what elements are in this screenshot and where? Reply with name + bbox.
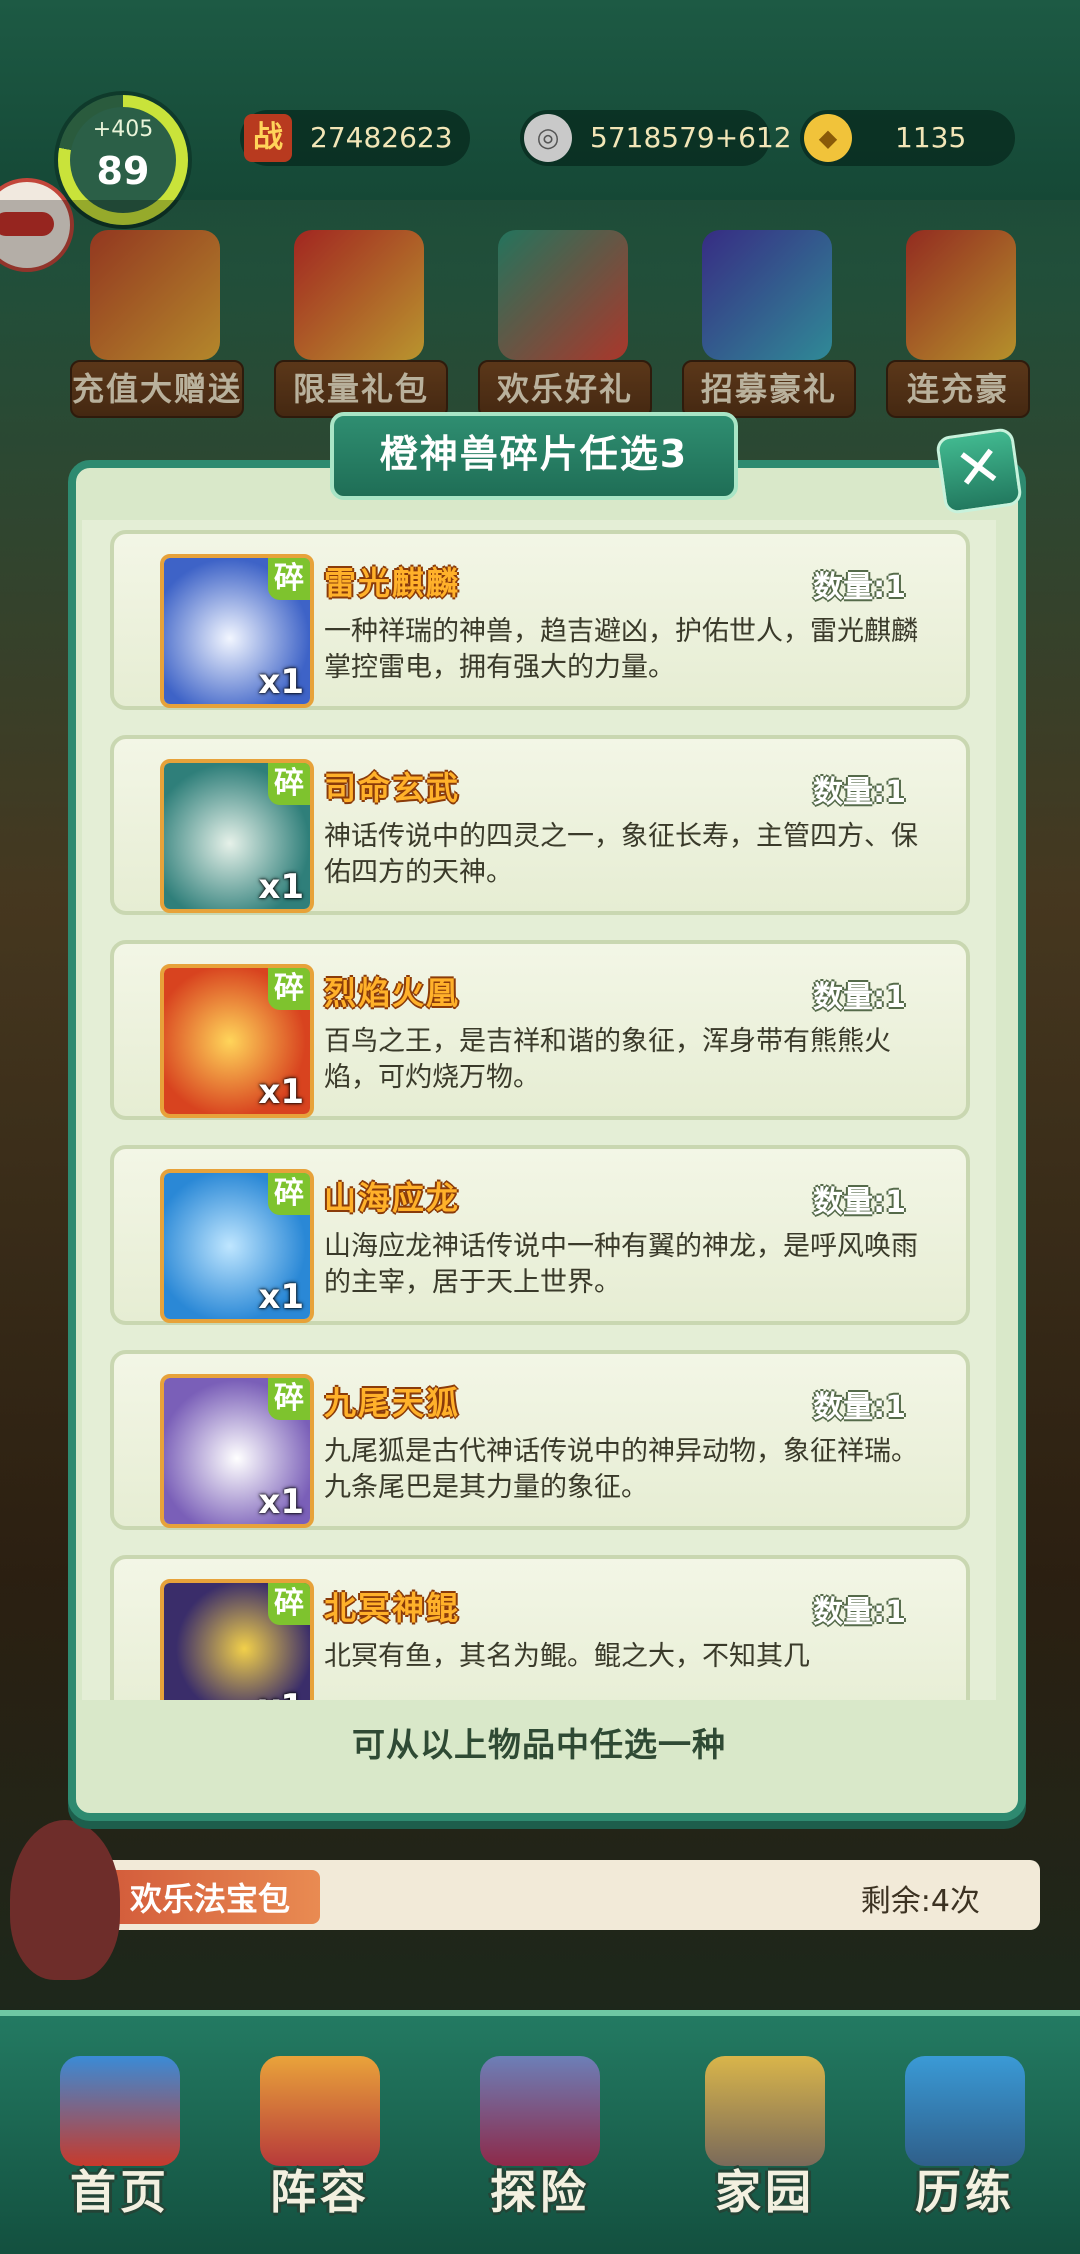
level-number: 89 <box>96 149 150 193</box>
nav-explore[interactable]: 探险 <box>440 2056 640 2236</box>
item-quantity: x1 <box>258 867 304 907</box>
ingot-stat[interactable]: ◆ 1135 <box>800 110 1015 166</box>
fragment-badge: 碎 <box>268 763 310 805</box>
nav-label: 首页 <box>70 2165 170 2219</box>
beast-count: 数量:1 <box>813 1595 906 1630</box>
nav-lineup[interactable]: 阵容 <box>220 2056 420 2236</box>
beast-card[interactable]: 碎 x1 烈焰火凰 数量:1 百鸟之王，是吉祥和谐的象征，浑身带有熊熊火焰，可灼… <box>110 940 970 1120</box>
beast-name: 山海应龙 <box>324 1179 461 1217</box>
item-quantity: x1 <box>258 662 304 702</box>
treasure-pack-remaining: 剩余:4次 <box>860 1884 980 1919</box>
beast-description: 北冥有鱼，其名为鲲。鲲之大，不知其几 <box>324 1641 810 1672</box>
beast-count: 数量:1 <box>813 1390 906 1425</box>
beast-count: 数量:1 <box>813 775 906 810</box>
beast-card[interactable]: 碎 x1 雷光麒麟 数量:1 一种祥瑞的神兽，趋吉避凶，护佑世人，雷光麒麟掌控雷… <box>110 530 970 710</box>
nav-label: 历练 <box>915 2165 1015 2219</box>
item-quantity: x1 <box>258 1687 304 1700</box>
power-stat: 战 27482623 <box>240 110 470 166</box>
treasure-pack-title: 欢乐法宝包 <box>100 1870 321 1924</box>
popup-title: 橙神兽碎片任选3 <box>330 412 738 500</box>
ingot-icon: ◆ <box>804 114 852 162</box>
ingot-value: 1135 <box>895 121 967 154</box>
beast-card[interactable]: 碎 x1 九尾天狐 数量:1 九尾狐是古代神话传说中的神异动物，象征祥瑞。九条尾… <box>110 1350 970 1530</box>
beast-name: 北冥神鲲 <box>324 1589 461 1627</box>
beast-card[interactable]: 碎 x1 司命玄武 数量:1 神话传说中的四灵之一，象征长寿，主管四方、保佑四方… <box>110 735 970 915</box>
beast-portrait: 碎 x1 <box>160 964 314 1118</box>
fragment-badge: 碎 <box>268 1173 310 1215</box>
power-value: 27482623 <box>310 121 453 154</box>
nav-home-garden[interactable]: 家园 <box>665 2056 865 2236</box>
fragment-badge: 碎 <box>268 1378 310 1420</box>
beast-count: 数量:1 <box>813 570 906 605</box>
beast-description: 百鸟之王，是吉祥和谐的象征，浑身带有熊熊火焰，可灼烧万物。 <box>324 1026 891 1093</box>
beast-card[interactable]: 碎 x1 山海应龙 数量:1 山海应龙神话传说中一种有翼的神龙，是呼风唤雨的主宰… <box>110 1145 970 1325</box>
beast-name: 九尾天狐 <box>324 1384 461 1422</box>
popup-footer-note: 可从以上物品中任选一种 <box>352 1725 726 1764</box>
beast-description: 一种祥瑞的神兽，趋吉避凶，护佑世人，雷光麒麟掌控雷电，拥有强大的力量。 <box>324 616 918 683</box>
close-button[interactable]: ✕ <box>934 426 1024 516</box>
nav-label: 家园 <box>715 2165 815 2219</box>
house-icon <box>705 2056 825 2166</box>
fragment-badge: 碎 <box>268 968 310 1010</box>
beast-count: 数量:1 <box>813 980 906 1015</box>
beast-name: 烈焰火凰 <box>324 974 461 1012</box>
level-badge: +405 89 <box>70 107 176 213</box>
treasure-pack-bar: 欢乐法宝包 剩余:4次 <box>70 1860 1040 1930</box>
coin-stat: ◎ 5718579+612 <box>520 110 792 166</box>
nav-home[interactable]: 首页 <box>20 2056 220 2236</box>
beast-description: 山海应龙神话传说中一种有翼的神龙，是呼风唤雨的主宰，居于天上世界。 <box>324 1231 918 1298</box>
item-quantity: x1 <box>258 1482 304 1522</box>
beast-description: 神话传说中的四灵之一，象征长寿，主管四方、保佑四方的天神。 <box>324 821 918 888</box>
beast-item-list[interactable]: 碎 x1 雷光麒麟 数量:1 一种祥瑞的神兽，趋吉避凶，护佑世人，雷光麒麟掌控雷… <box>110 530 970 1700</box>
squirrel-mascot-icon <box>10 1820 120 1980</box>
beast-portrait: 碎 x1 <box>160 1579 314 1700</box>
beast-portrait: 碎 x1 <box>160 759 314 913</box>
beast-portrait: 碎 x1 <box>160 1374 314 1528</box>
fragment-badge: 碎 <box>268 558 310 600</box>
beast-count: 数量:1 <box>813 1185 906 1220</box>
coin-icon: ◎ <box>524 114 572 162</box>
gate-icon <box>480 2056 600 2166</box>
item-quantity: x1 <box>258 1277 304 1317</box>
beast-portrait: 碎 x1 <box>160 1169 314 1323</box>
bottom-navigation: 首页 阵容 探险 家园 历练 <box>0 2010 1080 2254</box>
nav-label: 探险 <box>490 2165 590 2219</box>
beast-name: 雷光麒麟 <box>324 564 461 602</box>
coin-value: 5718579+612 <box>590 121 792 154</box>
beast-name: 司命玄武 <box>324 769 461 807</box>
power-icon: 战 <box>244 114 292 162</box>
mountain-icon <box>905 2056 1025 2166</box>
nav-training[interactable]: 历练 <box>865 2056 1065 2236</box>
nav-label: 阵容 <box>270 2165 370 2219</box>
pavilion-icon <box>60 2056 180 2166</box>
level-plus-text: +405 <box>92 117 154 142</box>
gourd-icon <box>260 2056 380 2166</box>
beast-description: 九尾狐是古代神话传说中的神异动物，象征祥瑞。九条尾巴是其力量的象征。 <box>324 1436 918 1503</box>
fragment-badge: 碎 <box>268 1583 310 1625</box>
item-quantity: x1 <box>258 1072 304 1112</box>
beast-card[interactable]: 碎 x1 北冥神鲲 数量:1 北冥有鱼，其名为鲲。鲲之大，不知其几 <box>110 1555 970 1700</box>
beast-portrait: 碎 x1 <box>160 554 314 708</box>
